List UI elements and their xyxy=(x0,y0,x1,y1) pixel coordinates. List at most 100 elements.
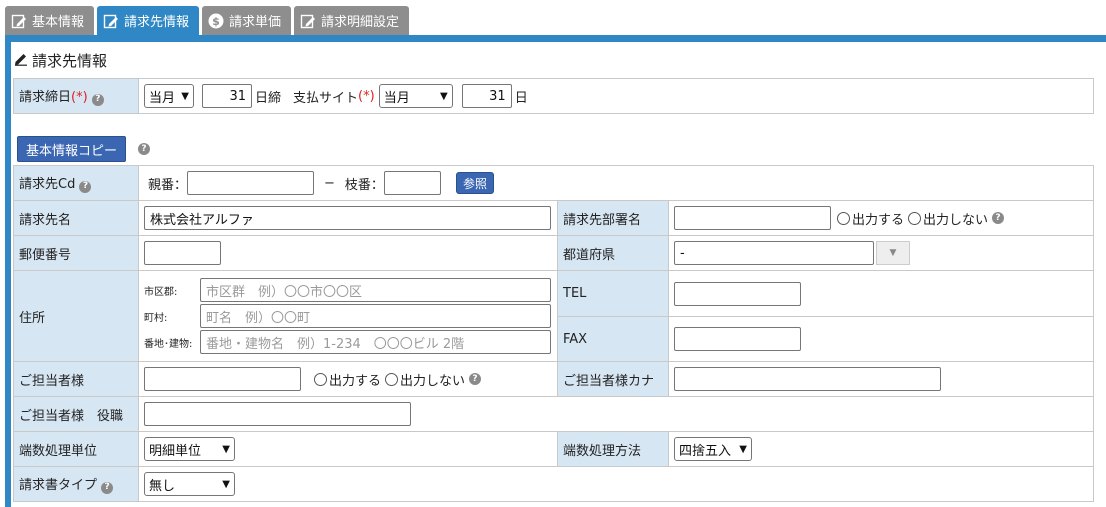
edit-icon xyxy=(300,13,316,29)
person-row: ご担当者様 出力する 出力しない ? ご担当者様カナ xyxy=(13,361,1095,397)
prefecture-select[interactable]: - xyxy=(674,241,874,265)
person-title-input[interactable] xyxy=(144,402,411,426)
copy-basic-info-button[interactable]: 基本情報コピー xyxy=(17,136,127,162)
help-icon[interactable]: ? xyxy=(138,143,150,155)
edit-icon xyxy=(103,13,119,29)
radio-label: 出力する xyxy=(852,212,905,228)
closing-day-input[interactable]: 31 xyxy=(202,84,252,108)
street-input[interactable]: 番地・建物名 例）1-234 〇〇〇ビル 2階 xyxy=(200,330,551,354)
code-value-cell: 親番： − 枝番： 参照 xyxy=(137,165,1095,201)
person-title-label: ご担当者様 役職 xyxy=(19,408,124,424)
required-mark: (*) xyxy=(358,88,375,104)
radio-label: 出力しない xyxy=(400,373,466,389)
tab-billing-price[interactable]: $ 請求単価 xyxy=(202,6,292,35)
branch-number-input[interactable] xyxy=(383,171,441,195)
address-label-cell: 住所 xyxy=(13,270,139,362)
billing-dept-input[interactable] xyxy=(674,206,831,230)
parent-number-input[interactable] xyxy=(187,171,315,195)
person-value-cell: 出力する 出力しない ? xyxy=(138,361,558,397)
prefecture-label: 都道府県 xyxy=(563,247,616,263)
invoice-type-value-cell: 無し ▼ xyxy=(137,466,1095,502)
help-icon[interactable]: ? xyxy=(101,481,114,494)
name-value-cell: 株式会社アルファ xyxy=(138,200,558,236)
tel-label-cell: TEL xyxy=(557,270,669,317)
edit-icon xyxy=(11,13,27,29)
zip-input[interactable] xyxy=(144,241,221,265)
chevron-down-icon: ▼ xyxy=(181,90,189,102)
rounding-unit-select[interactable]: 明細単位 ▼ xyxy=(144,437,235,461)
fax-input[interactable] xyxy=(674,327,801,351)
chevron-down-icon: ▼ xyxy=(439,90,448,102)
help-icon[interactable]: ? xyxy=(91,93,104,106)
dept-value-cell: 出力する 出力しない ? xyxy=(667,200,1095,236)
section-title: 請求先情報 xyxy=(14,50,107,71)
help-icon[interactable]: ? xyxy=(79,180,92,193)
code-label: 請求先Cd xyxy=(19,177,76,193)
invoice-type-label: 請求書タイプ xyxy=(19,478,98,494)
closing-date-table: 請求締日(*) ? 当月 ▼ 31 日締 支払サイト (*) 当月 ▼ 31 日 xyxy=(13,78,1094,114)
tel-label: TEL xyxy=(563,286,587,301)
tab-billing-info[interactable]: 請求先情報 xyxy=(97,6,200,35)
dept-output-no-radio[interactable]: 出力しない xyxy=(908,209,988,228)
radio-circle xyxy=(837,211,850,225)
tel-input[interactable] xyxy=(674,281,801,306)
payment-suffix: 日 xyxy=(514,90,528,106)
person-output-no-radio[interactable]: 出力しない xyxy=(385,370,465,389)
fax-value-cell xyxy=(667,316,1095,362)
payment-month-value: 当月 xyxy=(383,90,410,106)
payment-day-input[interactable]: 31 xyxy=(461,84,512,108)
billing-name-input[interactable]: 株式会社アルファ xyxy=(144,206,551,230)
rounding-method-value-cell: 四捨五入 ▼ xyxy=(667,431,1095,467)
street-label: 番地･建物: xyxy=(144,338,193,350)
payment-site-label: 支払サイト xyxy=(293,90,359,106)
city-input[interactable]: 市区群 例）〇〇市〇〇区 xyxy=(200,278,551,302)
rounding-unit-value: 明細単位 xyxy=(149,443,202,459)
help-icon[interactable]: ? xyxy=(992,212,1005,224)
closing-suffix: 日締 xyxy=(255,90,282,106)
person-input[interactable] xyxy=(144,367,301,391)
tab-basic-info[interactable]: 基本情報 xyxy=(5,6,95,35)
tab-underline xyxy=(5,35,1106,42)
invoice-type-select[interactable]: 無し ▼ xyxy=(144,472,235,496)
closing-month-select[interactable]: 当月 ▼ xyxy=(144,84,194,108)
tel-value-cell xyxy=(667,270,1095,317)
invoice-type-value: 無し xyxy=(149,478,176,494)
radio-label: 出力しない xyxy=(923,212,989,228)
town-input[interactable]: 町名 例）〇〇町 xyxy=(200,304,551,328)
closing-date-label: 請求締日 xyxy=(19,90,72,106)
closing-month-value: 当月 xyxy=(149,90,176,106)
rounding-row: 端数処理単位 明細単位 ▼ 端数処理方法 四捨五入 ▼ xyxy=(13,431,1095,467)
branch-number-label: 枝番： xyxy=(344,177,384,193)
closing-date-label-cell: 請求締日(*) ? xyxy=(13,78,139,114)
dept-output-yes-radio[interactable]: 出力する xyxy=(837,209,904,228)
person-output-yes-radio[interactable]: 出力する xyxy=(314,370,381,389)
chevron-down-icon: ▼ xyxy=(222,478,230,490)
zip-label-cell: 郵便番号 xyxy=(13,235,139,271)
reference-button[interactable]: 参照 xyxy=(455,172,494,194)
radio-circle xyxy=(385,372,399,386)
section-title-text: 請求先情報 xyxy=(32,52,108,70)
pencil-icon xyxy=(14,52,28,70)
address-value-cell: 市区郡: 市区群 例）〇〇市〇〇区 町村: 町名 例）〇〇町 番地･建物: 番地・建物… xyxy=(138,270,558,362)
zip-value-cell xyxy=(138,235,558,271)
zip-row: 郵便番号 都道府県 - ▼ xyxy=(13,235,1095,271)
person-kana-input[interactable] xyxy=(674,367,941,391)
billing-info-table: 請求先Cd ? 親番： − 枝番： 参照 請求先名 株式会社アルファ 請求先部署… xyxy=(13,165,1095,502)
help-icon[interactable]: ? xyxy=(469,373,482,385)
person-label: ご担当者様 xyxy=(19,373,85,389)
zip-label: 郵便番号 xyxy=(19,247,72,263)
content-frame-left xyxy=(5,42,11,507)
radio-circle xyxy=(314,372,327,386)
closing-date-row: 請求締日(*) ? 当月 ▼ 31 日締 支払サイト (*) 当月 ▼ 31 日 xyxy=(13,78,1094,114)
rounding-method-label: 端数処理方法 xyxy=(563,443,642,459)
dept-label-cell: 請求先部署名 xyxy=(557,200,669,236)
tab-label: 請求単価 xyxy=(229,15,282,30)
chevron-down-icon[interactable]: ▼ xyxy=(876,241,910,265)
tab-bar: 基本情報 請求先情報 $ 請求単価 請求明細設定 xyxy=(5,6,410,35)
dash-separator: − xyxy=(324,175,335,191)
payment-month-select[interactable]: 当月 ▼ xyxy=(378,84,453,108)
rounding-method-select[interactable]: 四捨五入 ▼ xyxy=(674,437,752,461)
code-label-cell: 請求先Cd ? xyxy=(13,165,139,201)
person-kana-label-cell: ご担当者様カナ xyxy=(557,361,669,397)
tab-billing-detail-settings[interactable]: 請求明細設定 xyxy=(294,6,410,35)
